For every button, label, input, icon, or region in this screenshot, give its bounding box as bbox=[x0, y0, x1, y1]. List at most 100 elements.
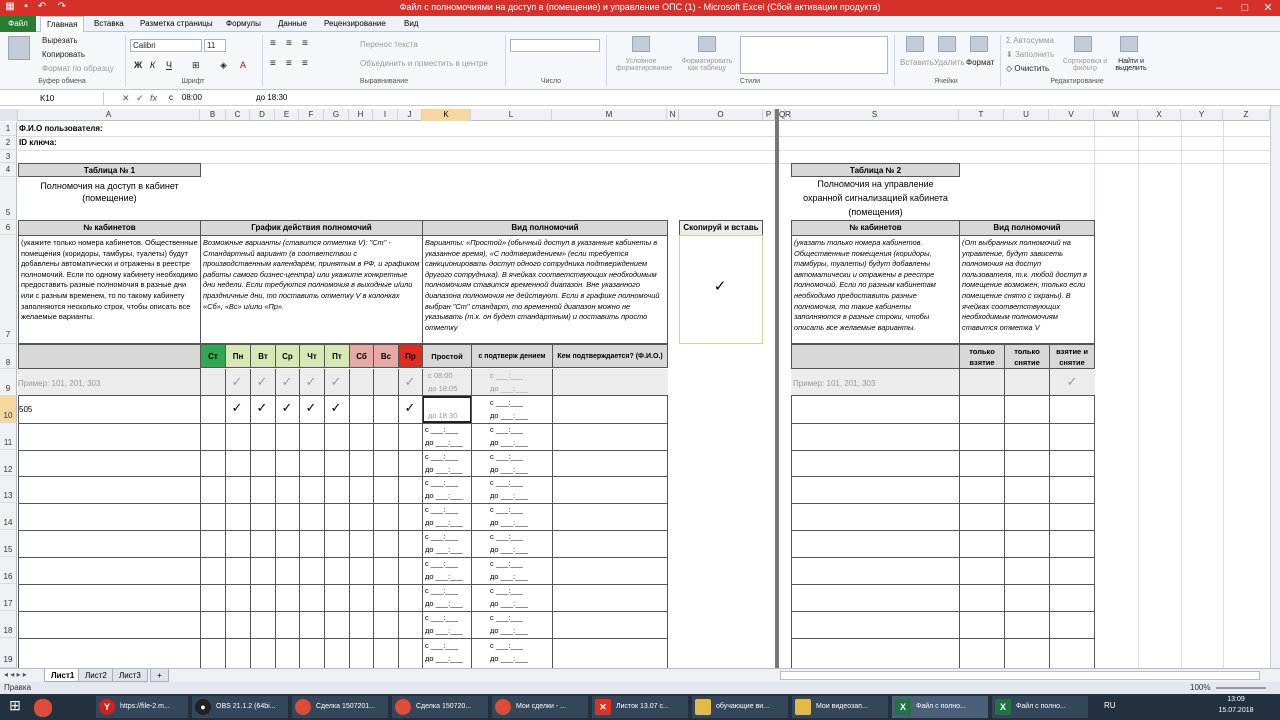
col-header-k[interactable]: K bbox=[422, 109, 471, 121]
r13-simple-to[interactable]: до ___:___ bbox=[425, 491, 471, 500]
cut-button[interactable]: Вырезать bbox=[42, 36, 78, 45]
find-select-button[interactable]: Найти и выделить bbox=[1110, 58, 1152, 72]
r17-simple-from[interactable]: с ___:___ bbox=[425, 586, 471, 595]
sheet-tab-2[interactable]: Лист2 bbox=[78, 669, 114, 682]
font-name-select[interactable]: Calibri bbox=[130, 39, 202, 52]
select-all-corner[interactable] bbox=[0, 109, 18, 121]
col-header-d[interactable]: D bbox=[250, 109, 275, 121]
tab-data[interactable]: Данные bbox=[272, 16, 313, 32]
r15-simple-from[interactable]: с ___:___ bbox=[425, 532, 471, 541]
row-header-1[interactable]: 1 bbox=[0, 122, 17, 136]
insert-cells-icon[interactable] bbox=[906, 36, 924, 52]
row10-cabinet[interactable]: 505 bbox=[19, 405, 139, 414]
format-painter-button[interactable]: Формат по образцу bbox=[42, 64, 114, 73]
r12-confirm-from[interactable]: с ___:___ bbox=[490, 452, 550, 461]
freeze-split-bar[interactable] bbox=[775, 109, 779, 668]
taskbar-item-6[interactable]: ✕ Листок 13.07 с... bbox=[592, 696, 688, 718]
format-cells-icon[interactable] bbox=[970, 36, 988, 52]
number-format-select[interactable] bbox=[510, 39, 600, 52]
row-header-2[interactable]: 2 bbox=[0, 136, 17, 150]
taskbar-item-4[interactable]: Сделка 150720... bbox=[392, 696, 488, 718]
row10-check-mon-icon[interactable]: ✓ bbox=[229, 401, 245, 414]
col-header-g[interactable]: G bbox=[324, 109, 349, 121]
close-icon[interactable]: ✕ bbox=[1256, 0, 1280, 16]
row-header-3[interactable]: 3 bbox=[0, 150, 17, 163]
new-sheet-icon[interactable]: + bbox=[150, 669, 169, 682]
autosum-button[interactable]: Σ Автосумма bbox=[1006, 36, 1054, 45]
tray-time[interactable]: 13:09 bbox=[1208, 696, 1264, 703]
row-header-14[interactable]: 14 bbox=[0, 503, 17, 530]
r18-simple-from[interactable]: с ___:___ bbox=[425, 613, 471, 622]
col-header-x[interactable]: X bbox=[1138, 109, 1181, 121]
taskbar-item-8[interactable]: Мои видеозап... bbox=[792, 696, 888, 718]
col-header-p[interactable]: P bbox=[763, 109, 775, 121]
r13-confirm-from[interactable]: с ___:___ bbox=[490, 478, 550, 487]
function-icon[interactable]: fx bbox=[150, 93, 157, 103]
delete-cells-icon[interactable] bbox=[938, 36, 956, 52]
taskbar-item-9[interactable]: X Файл с полно... bbox=[892, 696, 988, 718]
r17-simple-to[interactable]: до ___:___ bbox=[425, 599, 471, 608]
underline-button[interactable]: Ч bbox=[166, 60, 172, 70]
tray-lang[interactable]: RU bbox=[1104, 701, 1116, 710]
row-header-19[interactable]: 19 bbox=[0, 638, 17, 668]
align-right-icon[interactable]: ≡ bbox=[302, 58, 308, 69]
col-header-s[interactable]: S bbox=[791, 109, 959, 121]
name-box[interactable]: K10 bbox=[0, 92, 104, 106]
clear-button[interactable]: ◇ Очистить bbox=[1006, 64, 1049, 73]
r12-confirm-to[interactable]: до ___:___ bbox=[490, 465, 550, 474]
r11-confirm-to[interactable]: до ___:___ bbox=[490, 438, 550, 447]
insert-button[interactable]: Вставить bbox=[900, 58, 934, 67]
tab-insert[interactable]: Вставка bbox=[88, 16, 130, 32]
col-header-v[interactable]: V bbox=[1049, 109, 1094, 121]
row-header-8[interactable]: 8 bbox=[0, 344, 17, 369]
row-header-13[interactable]: 13 bbox=[0, 476, 17, 503]
align-left-icon[interactable]: ≡ bbox=[270, 58, 276, 69]
conditional-format-icon[interactable] bbox=[632, 36, 650, 52]
r16-simple-from[interactable]: с ___:___ bbox=[425, 559, 471, 568]
r16-confirm-to[interactable]: до ___:___ bbox=[490, 572, 550, 581]
sheet-tab-3[interactable]: Лист3 bbox=[112, 669, 148, 682]
r11-confirm-from[interactable]: с ___:___ bbox=[490, 425, 550, 434]
r19-confirm-from[interactable]: с ___:___ bbox=[490, 641, 550, 650]
cond-format-button[interactable]: Условное форматирование bbox=[616, 58, 672, 72]
row-header-7[interactable]: 7 bbox=[0, 235, 17, 344]
windows-start-icon[interactable]: ⊞ bbox=[4, 697, 26, 717]
fill-button[interactable]: ⬇ Заполнить bbox=[1006, 50, 1054, 59]
taskbar-item-10[interactable]: X Файл с полно... bbox=[992, 696, 1088, 718]
tab-formulas[interactable]: Формулы bbox=[220, 16, 267, 32]
align-center-icon[interactable]: ≡ bbox=[286, 58, 292, 69]
r15-confirm-to[interactable]: до ___:___ bbox=[490, 545, 550, 554]
r14-simple-from[interactable]: с ___:___ bbox=[425, 505, 471, 514]
format-table-icon[interactable] bbox=[698, 36, 716, 52]
italic-button[interactable]: К bbox=[150, 60, 155, 70]
row-header-10[interactable]: 10 bbox=[0, 396, 17, 423]
col-header-m[interactable]: M bbox=[552, 109, 667, 121]
r11-simple-to[interactable]: до ___:___ bbox=[425, 438, 471, 447]
row-header-16[interactable]: 16 bbox=[0, 557, 17, 584]
col-header-j[interactable]: J bbox=[398, 109, 422, 121]
taskbar-item-1[interactable]: Yhttps://file-2.m... bbox=[96, 696, 188, 718]
cancel-icon[interactable]: ✕ bbox=[122, 93, 130, 104]
col-header-h[interactable]: H bbox=[349, 109, 373, 121]
copy-button[interactable]: Копировать bbox=[42, 50, 85, 59]
delete-button[interactable]: Удалить bbox=[934, 58, 965, 67]
font-size-select[interactable]: 11 bbox=[204, 39, 226, 52]
row-header-12[interactable]: 12 bbox=[0, 450, 17, 476]
sort-filter-button[interactable]: Сортировка и фильтр bbox=[1062, 58, 1108, 72]
taskbar-item-7[interactable]: обучающие ви... bbox=[692, 696, 788, 718]
merge-center-button[interactable]: Объединить и поместить в центре bbox=[360, 59, 488, 68]
tab-home[interactable]: Главная bbox=[40, 16, 85, 32]
format-button[interactable]: Формат bbox=[966, 58, 994, 67]
row-header-6[interactable]: 6 bbox=[0, 220, 17, 235]
r18-confirm-to[interactable]: до ___:___ bbox=[490, 626, 550, 635]
taskbar-item-3[interactable]: Сделка 1507201... bbox=[292, 696, 388, 718]
vertical-scrollbar[interactable] bbox=[1270, 106, 1280, 668]
r15-simple-to[interactable]: до ___:___ bbox=[425, 545, 471, 554]
font-color-icon[interactable]: A bbox=[240, 60, 246, 70]
row-header-5[interactable]: 5 bbox=[0, 177, 17, 220]
r12-simple-to[interactable]: до ___:___ bbox=[425, 465, 471, 474]
r19-simple-to[interactable]: до ___:___ bbox=[425, 654, 471, 663]
row-header-17[interactable]: 17 bbox=[0, 584, 17, 611]
tab-file[interactable]: Файл bbox=[0, 16, 36, 32]
r19-confirm-to[interactable]: до ___:___ bbox=[490, 654, 550, 663]
